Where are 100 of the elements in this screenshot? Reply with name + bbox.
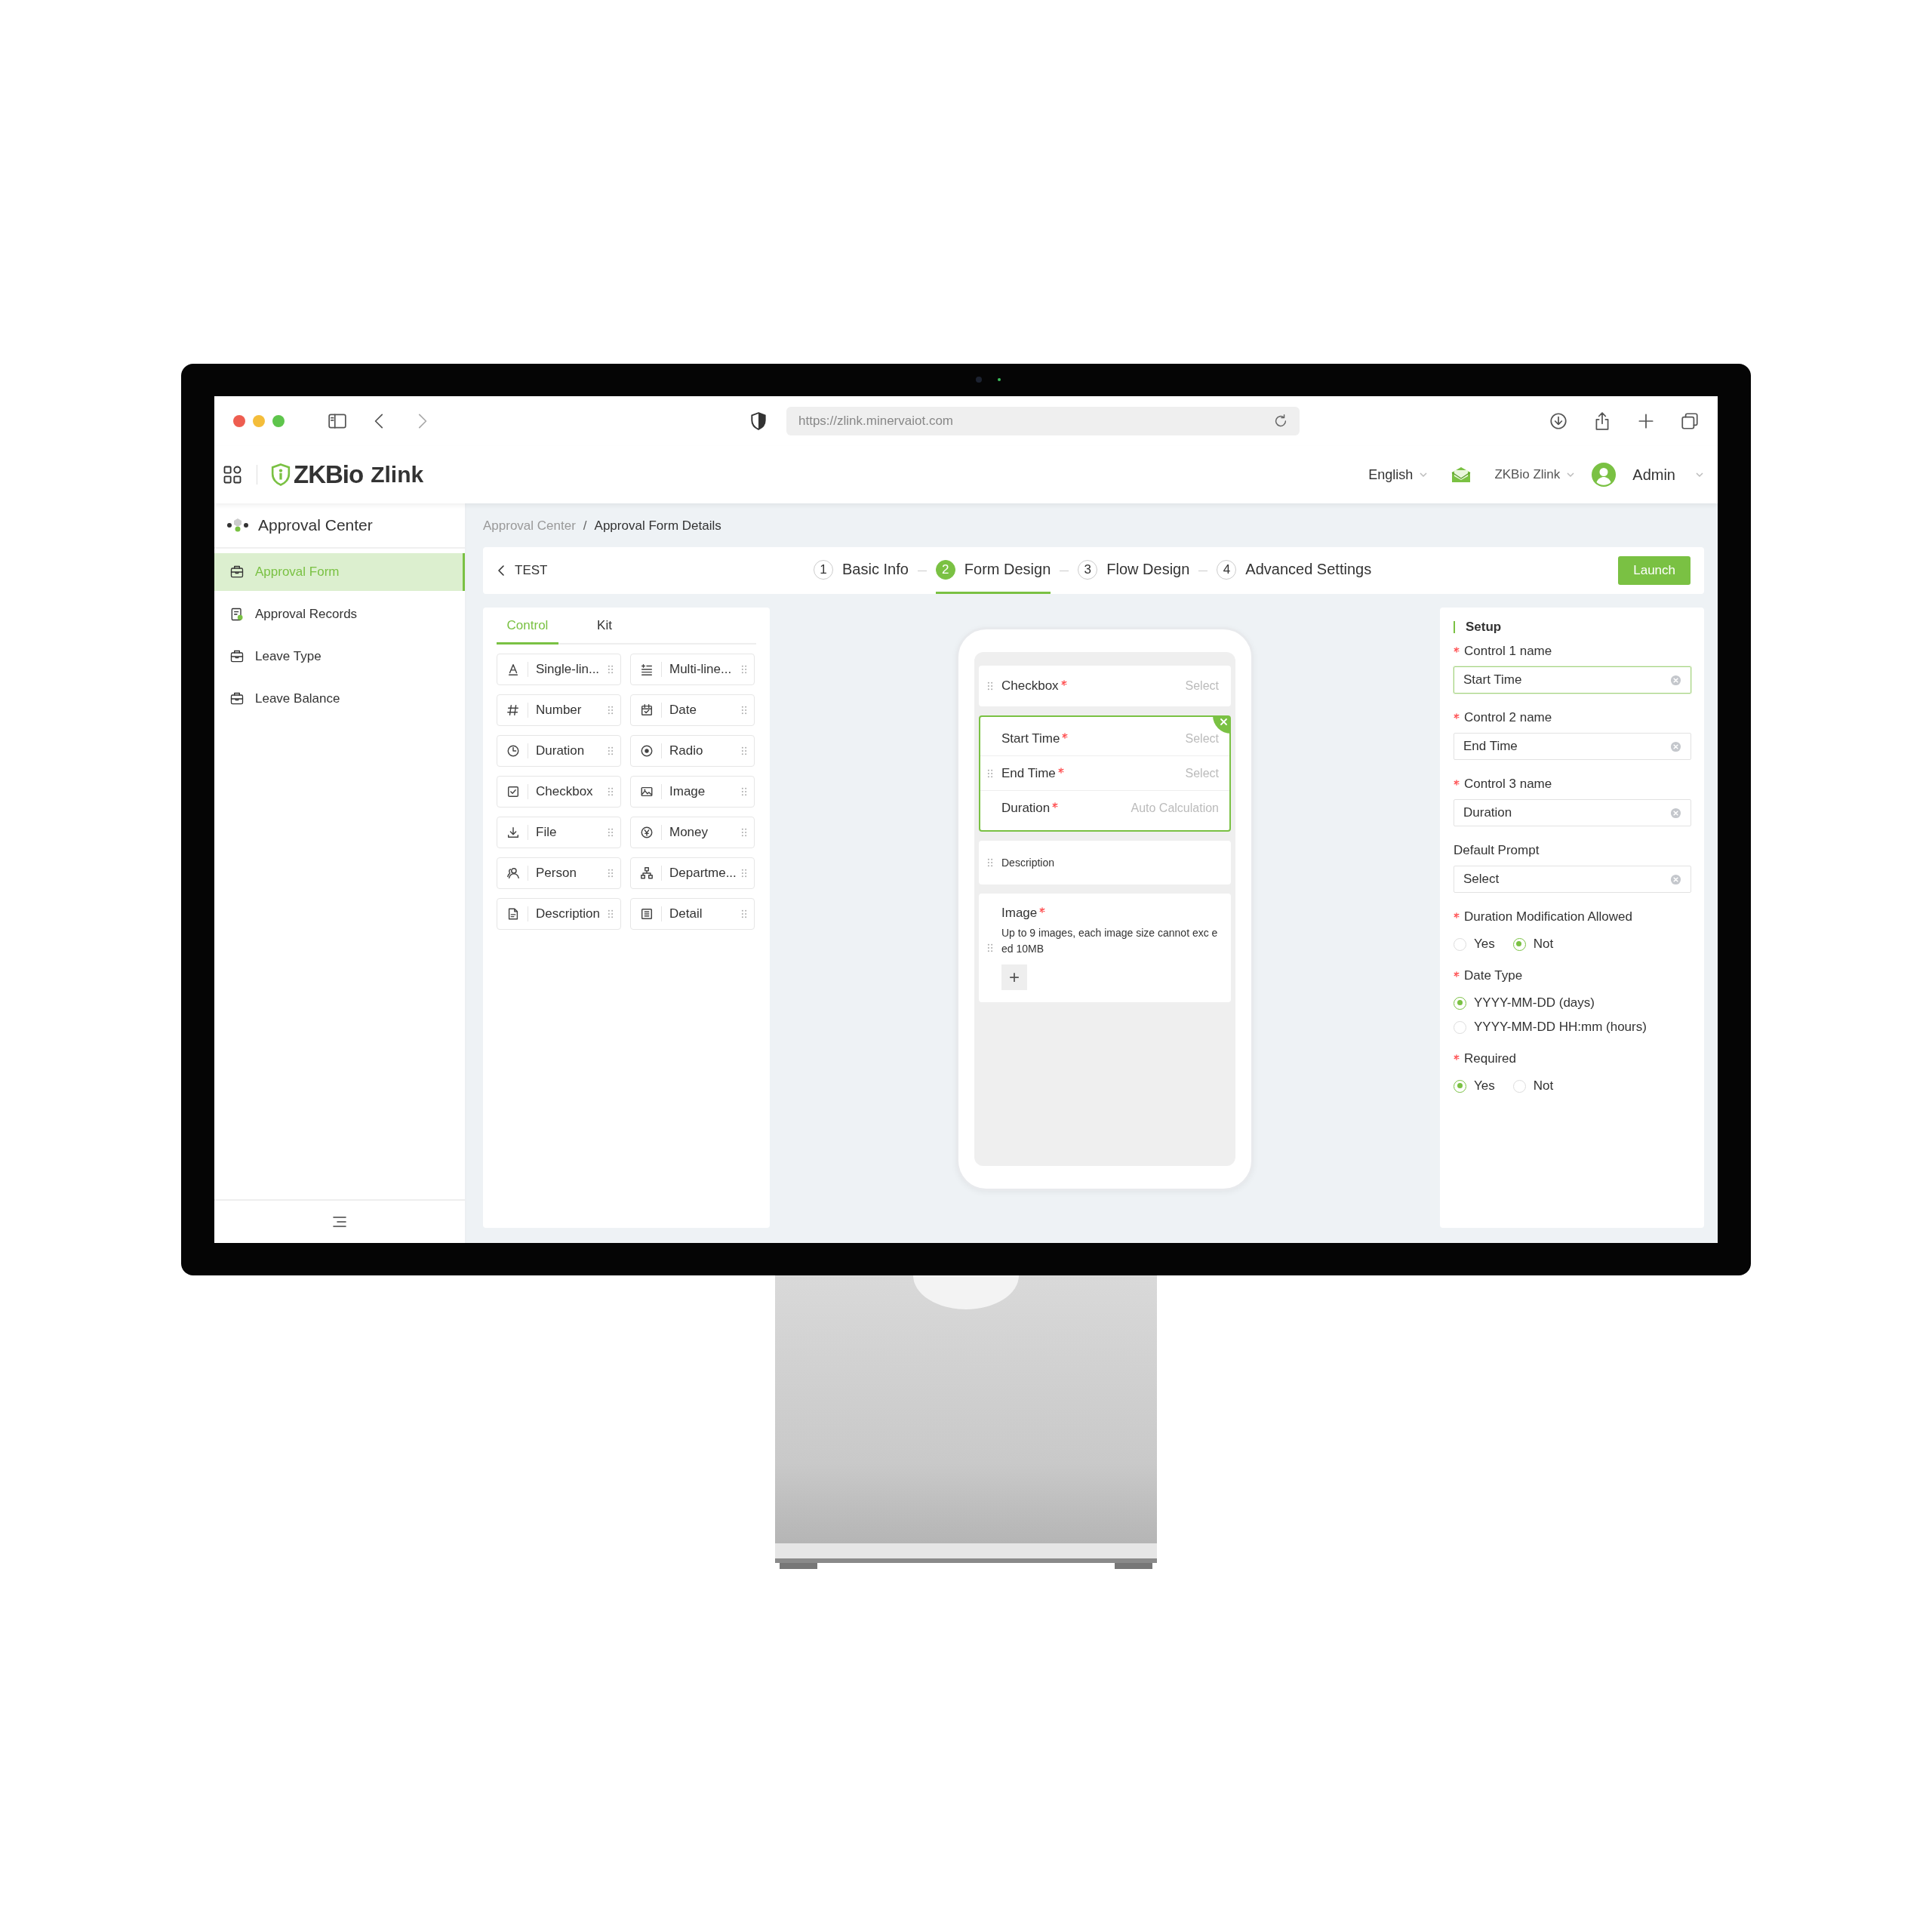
- shield-icon[interactable]: [749, 411, 768, 431]
- chevron-down-icon: [1566, 470, 1576, 479]
- user-dropdown[interactable]: Admin: [1632, 466, 1704, 484]
- field-label: Duration Modification Allowed: [1464, 909, 1632, 924]
- field-placeholder: Auto Calculation: [1131, 801, 1219, 815]
- text-field[interactable]: Select: [1454, 866, 1691, 893]
- field-label: Control 2 name: [1464, 710, 1552, 725]
- control-item[interactable]: Checkbox: [497, 776, 621, 808]
- drag-handle-icon[interactable]: [986, 768, 994, 779]
- step-tab[interactable]: 4 Advanced Settings: [1217, 547, 1372, 594]
- radio-option[interactable]: Not: [1512, 1078, 1554, 1094]
- delete-corner-icon[interactable]: [1213, 715, 1231, 734]
- control-label: Duration: [536, 743, 586, 758]
- field-label: Date Type: [1464, 968, 1523, 983]
- drag-handle-icon[interactable]: [986, 681, 994, 691]
- window-controls-icon[interactable]: [232, 414, 285, 428]
- drag-handle-icon[interactable]: [740, 909, 748, 919]
- drag-handle-icon[interactable]: [607, 664, 614, 675]
- control-item[interactable]: Multi-line...: [630, 654, 755, 685]
- drag-handle-icon[interactable]: [740, 868, 748, 878]
- clear-icon[interactable]: [1670, 674, 1681, 686]
- radio-option[interactable]: Yes: [1454, 937, 1495, 952]
- organization-dropdown[interactable]: ZKBio Zlink: [1494, 467, 1576, 482]
- step-tab[interactable]: 2 Form Design: [935, 547, 1051, 594]
- control-label: Date: [669, 703, 697, 718]
- radio-option[interactable]: YYYY-MM-DD (days): [1454, 995, 1690, 1011]
- control-item[interactable]: Description: [497, 898, 621, 930]
- calendar-icon: [640, 703, 654, 717]
- drag-handle-icon[interactable]: [740, 705, 748, 715]
- control-item[interactable]: Person: [497, 857, 621, 889]
- drag-handle-icon[interactable]: [740, 786, 748, 797]
- image-icon: [640, 785, 654, 798]
- form-field-card[interactable]: Image Up to 9 images, each image size cannot exc eed 10MB +: [979, 894, 1231, 1002]
- clear-icon[interactable]: [1670, 807, 1681, 819]
- drag-handle-icon[interactable]: [986, 857, 994, 868]
- control-item[interactable]: Date: [630, 694, 755, 726]
- field-label: Start Time: [1001, 731, 1060, 746]
- field-label: Duration: [1001, 801, 1051, 816]
- briefcase-icon: [229, 649, 245, 664]
- panel-tab[interactable]: Kit: [574, 608, 635, 645]
- control-label: Multi-line...: [669, 662, 733, 677]
- tabs-icon[interactable]: [1680, 411, 1700, 431]
- drag-handle-icon[interactable]: [740, 827, 748, 838]
- drag-handle-icon[interactable]: [607, 746, 614, 756]
- control-item[interactable]: Detail: [630, 898, 755, 930]
- avatar-silhouette-icon[interactable]: [1592, 463, 1617, 487]
- form-field-card[interactable]: Description: [979, 841, 1231, 884]
- control-label: Number: [536, 703, 583, 718]
- control-item[interactable]: Image: [630, 776, 755, 808]
- sidebar-item[interactable]: Approval Records: [214, 595, 465, 633]
- record-icon: [229, 607, 245, 622]
- drag-handle-icon[interactable]: [607, 705, 614, 715]
- clear-icon[interactable]: [1670, 740, 1681, 752]
- control-item[interactable]: Number: [497, 694, 621, 726]
- drag-handle-icon[interactable]: [740, 664, 748, 675]
- drag-handle-icon[interactable]: [607, 868, 614, 878]
- app-grid-icon[interactable]: [222, 464, 243, 485]
- form-field-card[interactable]: Start Time Select End Time Select Duration Auto Calculation: [979, 715, 1231, 832]
- download-icon[interactable]: [1549, 411, 1568, 431]
- drag-handle-icon[interactable]: [986, 943, 994, 953]
- menu-icon[interactable]: [332, 1216, 347, 1228]
- drag-handle-icon[interactable]: [607, 827, 614, 838]
- envelope-icon[interactable]: [1451, 466, 1472, 484]
- checkbox-icon: [506, 785, 520, 798]
- control-item[interactable]: Duration: [497, 735, 621, 767]
- form-field-card[interactable]: Checkbox Select: [979, 666, 1231, 706]
- language-dropdown[interactable]: English: [1368, 466, 1429, 483]
- control-item[interactable]: Radio: [630, 735, 755, 767]
- step-tab[interactable]: 3 Flow Design: [1078, 547, 1190, 594]
- control-item[interactable]: Single-lin...: [497, 654, 621, 685]
- control-label: Person: [536, 866, 577, 881]
- add-image-button[interactable]: +: [1001, 964, 1027, 990]
- sidebar-toggle-icon[interactable]: [328, 411, 347, 431]
- field-label: Image: [1001, 906, 1038, 921]
- people-icon: [506, 866, 520, 880]
- radio-option[interactable]: Not: [1512, 937, 1554, 952]
- briefcase-icon: [229, 691, 245, 706]
- drag-handle-icon[interactable]: [740, 746, 748, 756]
- text-field[interactable]: End Time: [1454, 733, 1691, 760]
- drag-handle-icon[interactable]: [607, 909, 614, 919]
- control-item[interactable]: Departme...: [630, 857, 755, 889]
- drag-handle-icon[interactable]: [607, 786, 614, 797]
- step-tab[interactable]: 1 Basic Info: [814, 547, 909, 594]
- field-label: End Time: [1001, 765, 1056, 781]
- chevron-down-icon: [1695, 470, 1704, 479]
- radio-option[interactable]: YYYY-MM-DD HH:mm (hours): [1454, 1020, 1690, 1035]
- text-field[interactable]: Duration: [1454, 799, 1691, 826]
- control-item[interactable]: Money: [630, 817, 755, 848]
- control-label: Checkbox: [536, 784, 594, 799]
- text-field[interactable]: Start Time: [1454, 666, 1691, 694]
- field-hint: Up to 9 images, each image size cannot exc eed 10MB: [1001, 926, 1219, 956]
- clear-icon[interactable]: [1670, 873, 1681, 885]
- sidebar-item[interactable]: Leave Balance: [214, 680, 465, 718]
- field-label: Description: [1001, 857, 1055, 869]
- radio-option[interactable]: Yes: [1454, 1078, 1495, 1094]
- control-label: Money: [669, 825, 709, 840]
- sidebar-item[interactable]: Leave Type: [214, 638, 465, 675]
- radio-icon: [640, 744, 654, 758]
- control-item[interactable]: File: [497, 817, 621, 848]
- control-label: Detail: [669, 906, 703, 921]
